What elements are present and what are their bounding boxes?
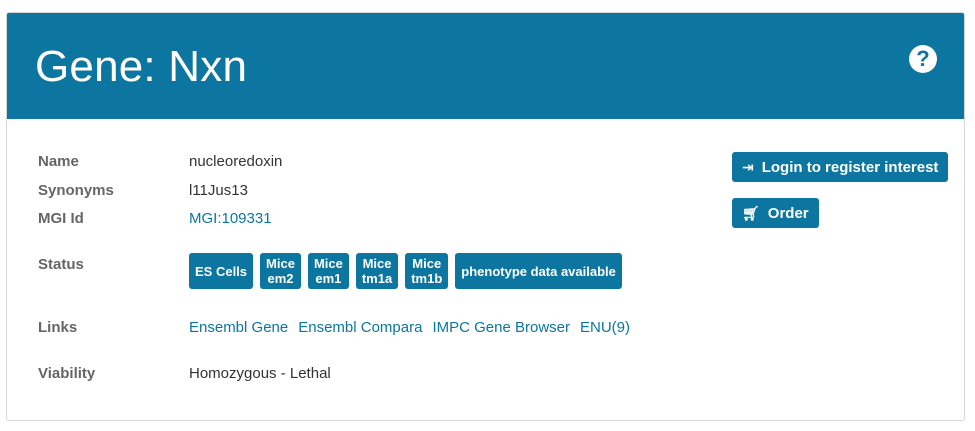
mgi-id-link[interactable]: MGI:109331 [189,210,272,227]
status-badge-mice-tm1b[interactable]: Mice tm1b [405,253,449,289]
name-label: Name [38,153,79,170]
link-ensembl-gene[interactable]: Ensembl Gene [189,319,288,336]
status-badge-mice-em1[interactable]: Mice em1 [307,253,349,289]
card-header: Gene: Nxn ? [7,13,964,119]
status-badge-mice-em2[interactable]: Mice em2 [260,253,301,289]
help-icon[interactable]: ? [909,45,937,73]
order-button[interactable]: 🛒︎ Order [732,198,819,228]
viability-label: Viability [38,365,96,382]
status-badge-es-cells[interactable]: ES Cells [189,253,254,289]
cart-icon: 🛒︎ [742,204,760,221]
status-badges: ES Cells Mice em2 Mice em1 Mice tm1a Mice tm… [189,253,622,289]
link-ensembl-compara[interactable]: Ensembl Compara [298,319,422,336]
name-value: nucleoredoxin [189,153,283,170]
page-title: Gene: Nxn [35,42,248,91]
mgi-id-label: MGI Id [38,210,84,227]
status-badge-phenotype-data[interactable]: phenotype data available [455,253,622,289]
login-icon: ⇥ [742,158,754,175]
link-impc-gene-browser[interactable]: IMPC Gene Browser [432,319,570,336]
links-label: Links [38,319,78,336]
gene-card: Gene: Nxn ? Name nucleoredoxin Synonyms … [6,12,965,421]
register-interest-button[interactable]: ⇥ Login to register interest [732,152,949,182]
synonyms-value: l11Jus13 [189,182,248,199]
synonyms-label: Synonyms [38,182,114,199]
status-label: Status [38,256,84,273]
status-badge-mice-tm1a[interactable]: Mice tm1a [355,253,399,289]
links-list: Ensembl Gene Ensembl Compara IMPC Gene B… [189,319,630,336]
link-enu[interactable]: ENU(9) [580,319,630,336]
viability-value: Homozygous - Lethal [189,365,331,382]
